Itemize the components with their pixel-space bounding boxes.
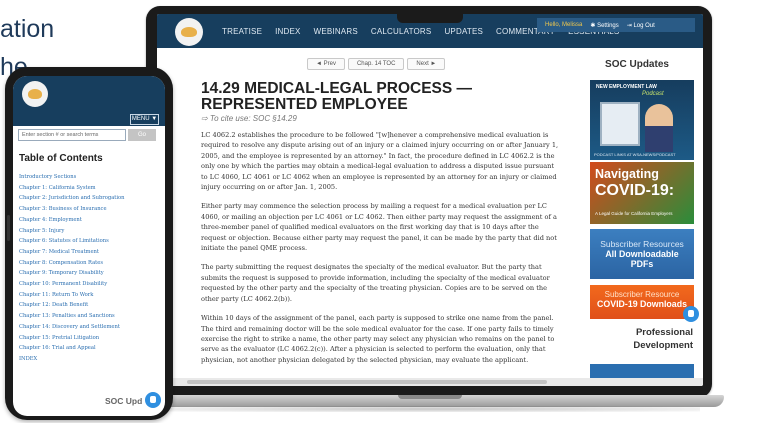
toc-item[interactable]: Chapter 2: Jurisdiction and Subrogation: [19, 193, 159, 204]
podcast-banner[interactable]: NEW EMPLOYMENT LAW Podcast PODCAST LINKS…: [590, 80, 694, 160]
toc-item[interactable]: Chapter 4: Employment: [19, 215, 159, 226]
cite-note: ⇨ To cite use: SOC §14.29: [201, 114, 297, 123]
toc-item[interactable]: Chapter 12: Death Benefit: [19, 300, 159, 311]
dl-line-2: COVID-19 Downloads: [597, 299, 687, 309]
podcast-script: Podcast: [642, 91, 664, 97]
toc-item[interactable]: Introductory Sections: [19, 172, 159, 183]
page-title: 14.29 MEDICAL-LEGAL PROCESS — REPRESENTE…: [201, 80, 473, 113]
soc-updates-heading: SOC Updates: [605, 59, 669, 70]
toc-item[interactable]: Chapter 7: Medical Treatment: [19, 247, 159, 258]
chat-icon[interactable]: [683, 306, 699, 322]
prev-button[interactable]: ◄ Prev: [307, 58, 345, 70]
covid-line-3: A Legal Guide for California Employers: [595, 211, 673, 216]
toc-item[interactable]: Chapter 16: Trial and Appeal: [19, 343, 159, 354]
nav-updates[interactable]: UPDATES: [444, 27, 483, 36]
paragraph: LC 4062.2 establishes the procedure to b…: [201, 131, 559, 192]
podcast-top: NEW EMPLOYMENT LAW: [596, 84, 657, 90]
logout-link[interactable]: ⇥ Log Out: [627, 22, 655, 29]
pdf-line-2: All Downloadable PDFs: [605, 249, 679, 269]
covid-line-1: Navigating: [595, 167, 659, 181]
toc-list: Introductory Sections Chapter 1: Califor…: [19, 172, 159, 365]
toc-item[interactable]: Chapter 5: Injury: [19, 226, 159, 237]
settings-link[interactable]: ✱ Settings: [590, 22, 618, 29]
laptop-screen: TREATISE INDEX WEBINARS CALCULATORS UPDA…: [157, 14, 703, 386]
bird-logo-icon[interactable]: [22, 81, 48, 107]
laptop-shadow: [160, 406, 700, 412]
soc-updates-footer: SOC Upd: [105, 396, 143, 406]
laptop-notch: [398, 395, 462, 399]
pdf-resources-banner[interactable]: Subscriber Resources All Downloadable PD…: [590, 229, 694, 279]
chapter-pager: ◄ Prev Chap. 14 TOC Next ►: [307, 58, 446, 70]
chat-icon[interactable]: [145, 392, 161, 408]
camera-notch: [397, 14, 463, 23]
hero-line-1: ation: [0, 15, 55, 43]
covid-downloads-banner[interactable]: Subscriber Resource COVID-19 Downloads: [590, 285, 694, 319]
toc-item[interactable]: Chapter 6: Statutes of Limitations: [19, 236, 159, 247]
paragraph: Within 10 days of the assignment of the …: [201, 314, 555, 364]
user-greeting[interactable]: Hello, Melissa: [545, 22, 582, 28]
toc-item[interactable]: Chapter 1: California System: [19, 183, 159, 194]
go-button[interactable]: Go: [128, 129, 156, 141]
toc-item[interactable]: Chapter 8: Compensation Rates: [19, 258, 159, 269]
toc-item[interactable]: Chapter 3: Business of Insurance: [19, 204, 159, 215]
covid-guide-banner[interactable]: Navigating COVID-19: A Legal Guide for C…: [590, 162, 694, 224]
dl-line-1: Subscriber Resource: [604, 290, 680, 299]
nav-index[interactable]: INDEX: [275, 27, 300, 36]
nav-calculators[interactable]: CALCULATORS: [371, 27, 432, 36]
whiteboard-illustration: [600, 102, 640, 146]
professional-development-heading: Professional Development: [633, 327, 693, 351]
toc-item[interactable]: INDEX: [19, 354, 159, 365]
toc-item[interactable]: Chapter 14: Discovery and Settlement: [19, 322, 159, 333]
toc-heading: Table of Contents: [19, 153, 103, 164]
article-body: LC 4062.2 establishes the procedure to b…: [201, 130, 561, 374]
phone-side-button: [7, 215, 10, 241]
toc-item[interactable]: Chapter 11: Return To Work: [19, 290, 159, 301]
toc-item[interactable]: Chapter 15: Pretrial Litigation: [19, 333, 159, 344]
search-input[interactable]: Enter section # or search terms: [18, 129, 126, 141]
user-box: Hello, Melissa ✱ Settings ⇥ Log Out: [537, 18, 695, 32]
logout-label: Log Out: [633, 22, 655, 29]
nav-webinars[interactable]: WEBINARS: [314, 27, 358, 36]
bird-logo-icon[interactable]: [175, 18, 203, 46]
horizontal-scrollbar[interactable]: [157, 378, 703, 386]
next-button[interactable]: Next ►: [407, 58, 446, 70]
person-illustration: [645, 104, 673, 152]
nav-treatise[interactable]: TREATISE: [222, 27, 262, 36]
toc-item[interactable]: Chapter 13: Penalties and Sanctions: [19, 311, 159, 322]
paragraph: Either party may commence the selection …: [201, 202, 557, 253]
toc-button[interactable]: Chap. 14 TOC: [347, 58, 405, 70]
paragraph: The party submitting the request designa…: [201, 263, 550, 303]
menu-button[interactable]: MENU ▼: [130, 114, 159, 125]
settings-label: Settings: [597, 22, 619, 29]
phone-header: MENU ▼: [13, 76, 165, 126]
covid-line-2: COVID-19:: [595, 182, 675, 199]
toc-item[interactable]: Chapter 10: Permanent Disability: [19, 279, 159, 290]
phone-screen: MENU ▼ Enter section # or search terms G…: [13, 76, 165, 416]
podcast-bottom: PODCAST LINKS AT WSA-NEWS/PODCAST: [594, 152, 676, 157]
top-nav: TREATISE INDEX WEBINARS CALCULATORS UPDA…: [157, 14, 703, 48]
toc-item[interactable]: Chapter 9: Temporary Disability: [19, 268, 159, 279]
pdf-line-1: Subscriber Resources: [600, 239, 684, 249]
